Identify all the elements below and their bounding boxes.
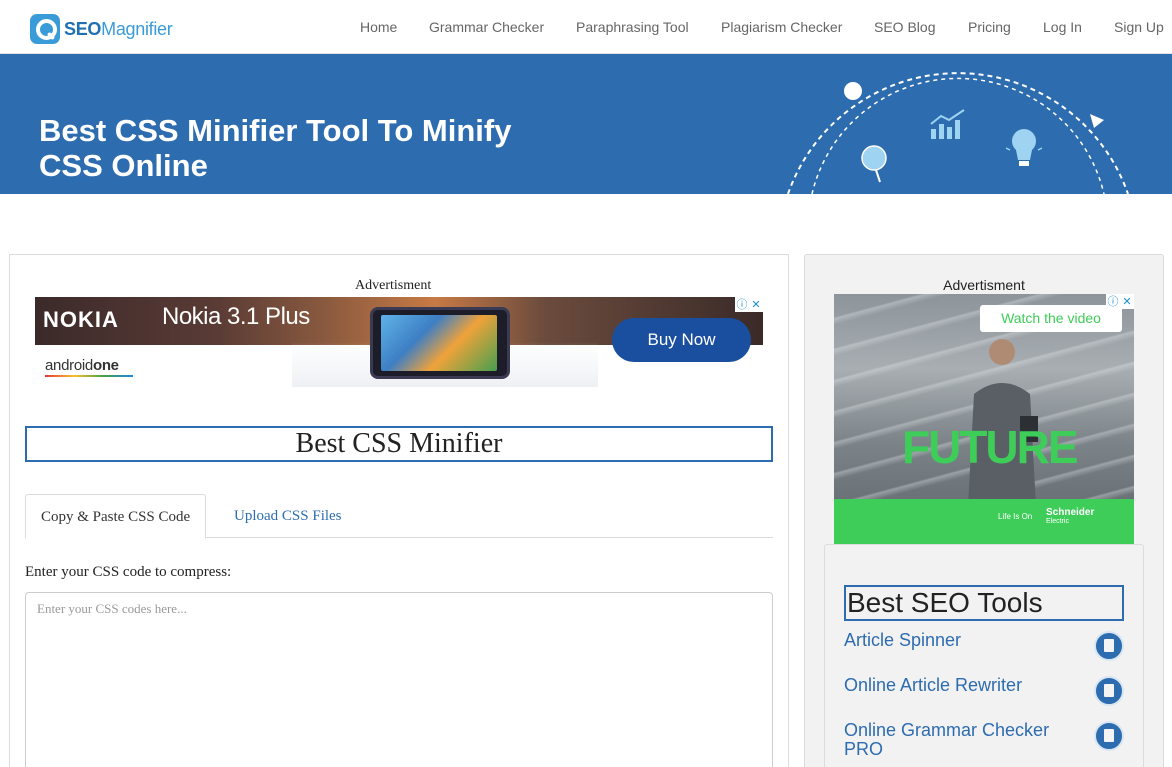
magnifier-logo-icon	[30, 14, 60, 44]
androidone-color-line	[45, 375, 133, 377]
nav-plagiarism-checker-link[interactable]: Plagiarism Checker	[721, 19, 842, 35]
notepad-icon[interactable]	[1094, 676, 1124, 706]
watch-video-button[interactable]: Watch the video	[980, 305, 1122, 332]
ad-close-icon[interactable]: ✕	[749, 297, 763, 312]
nav-paraphrasing-tool-link[interactable]: Paraphrasing Tool	[576, 19, 689, 35]
nav-seo-blog-link[interactable]: SEO Blog	[874, 19, 935, 35]
sidebar-ad-choices: ⓘ ✕	[1106, 294, 1134, 309]
shield-doc-icon[interactable]	[1094, 631, 1124, 661]
page-title-line-2: CSS Online	[39, 148, 208, 183]
logo-magnifier-text: Magnifier	[101, 18, 173, 39]
bar-chart-icon	[930, 109, 965, 139]
css-input-label: Enter your CSS code to compress:	[25, 564, 232, 580]
nokia-brand-text: NOKIA	[43, 307, 119, 332]
tool-link-article-rewriter[interactable]: Online Article Rewriter	[844, 676, 1072, 695]
nav-signup-link[interactable]: Sign Up	[1114, 19, 1164, 35]
hero-banner: Best CSS Minifier Tool To Minify CSS Onl…	[0, 54, 1172, 194]
tab-copy-paste[interactable]: Copy & Paste CSS Code	[25, 494, 207, 539]
nav-login-link[interactable]: Log In	[1043, 19, 1082, 35]
sidebar-ad-label: Advertisment	[943, 277, 1025, 293]
androidone-logo: androidone	[45, 357, 119, 374]
location-pin-icon	[861, 145, 887, 183]
tab-upload-files[interactable]: Upload CSS Files	[219, 494, 357, 538]
input-tabs: Copy & Paste CSS Code Upload CSS Files	[25, 494, 773, 539]
nav-grammar-checker-link[interactable]: Grammar Checker	[429, 19, 544, 35]
schneider-logo: Schneider Electric	[1046, 508, 1094, 526]
ad-brand-band: Life Is On Schneider Electric	[834, 499, 1134, 544]
ad-label: Advertisment	[355, 278, 432, 293]
arrow-pointer-icon	[1090, 114, 1104, 128]
nokia-ad-banner[interactable]: NOKIA Nokia 3.1 Plus androidone Buy Now …	[35, 297, 763, 387]
nav-home-link[interactable]: Home	[360, 19, 397, 35]
banner-illustration	[787, 72, 1129, 194]
seo-tools-heading: Best SEO Tools	[844, 585, 1124, 621]
phone-image	[370, 307, 510, 379]
css-code-input[interactable]	[25, 592, 773, 767]
nav-pricing-link[interactable]: Pricing	[968, 19, 1011, 35]
top-navbar: SEOMagnifier Home Grammar Checker Paraph…	[0, 0, 1172, 54]
nokia-model-text: Nokia 3.1 Plus	[162, 303, 310, 330]
lightbulb-icon	[1005, 129, 1043, 166]
tool-link-article-spinner[interactable]: Article Spinner	[844, 631, 1072, 650]
ad-tagline: Life Is On	[998, 512, 1033, 521]
page-title-line-1: Best CSS Minifier Tool To Minify	[39, 113, 512, 148]
buy-now-button[interactable]: Buy Now	[612, 318, 751, 362]
android-one-text: one	[92, 357, 119, 374]
schneider-brand-sub: Electric	[1046, 518, 1069, 525]
sidebar-ad-close-icon[interactable]: ✕	[1120, 294, 1134, 309]
ad-headline: FUTURE	[902, 421, 1079, 473]
seo-tools-card: Best SEO Tools Article Spinner Online Ar…	[824, 544, 1144, 767]
site-logo[interactable]: SEOMagnifier	[30, 14, 173, 44]
ad-choices: ⓘ ✕	[735, 297, 763, 312]
check-doc-icon[interactable]	[1094, 721, 1124, 751]
logo-seo-text: SEO	[64, 18, 102, 39]
sidebar-ad-info-icon[interactable]: ⓘ	[1106, 294, 1120, 309]
tool-heading: Best CSS Minifier	[25, 426, 773, 462]
main-panel: Advertisment NOKIA Nokia 3.1 Plus androi…	[9, 254, 789, 767]
schneider-ad-banner[interactable]: Watch the video FUTURE Life Is On Schnei…	[834, 294, 1134, 544]
ad-info-icon[interactable]: ⓘ	[735, 297, 749, 312]
sidebar: Advertisment Watch the video FUTURE Life…	[804, 254, 1164, 767]
page-title: Best CSS Minifier Tool To Minify CSS Onl…	[39, 113, 559, 183]
tool-link-grammar-checker-pro[interactable]: Online Grammar Checker PRO	[844, 721, 1072, 759]
android-text: android	[45, 357, 93, 374]
logo-text: SEOMagnifier	[64, 18, 173, 40]
orbit-dot-icon	[844, 82, 862, 100]
